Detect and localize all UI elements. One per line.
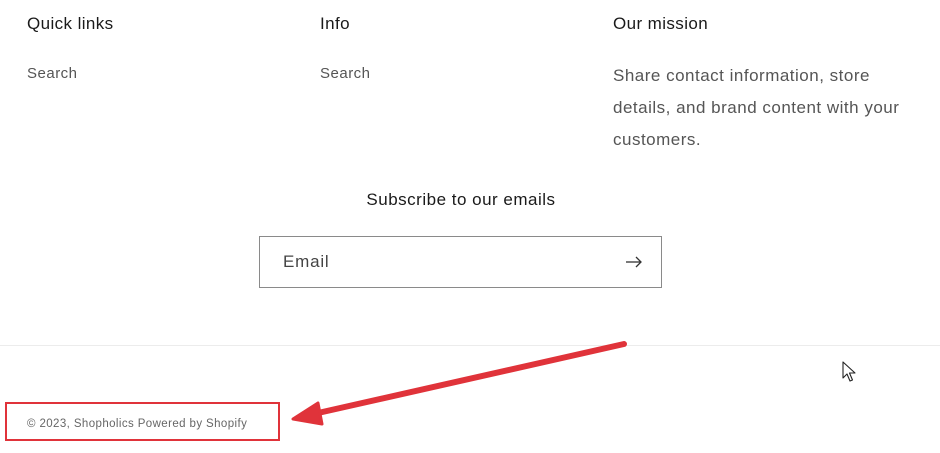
column-heading: Info <box>320 14 350 33</box>
column-heading: Quick links <box>27 14 114 33</box>
mission-text: Share contact information, store details… <box>613 66 900 149</box>
footer-divider <box>0 345 940 346</box>
mouse-cursor-icon <box>842 361 856 382</box>
footer-column-info: Info Search <box>320 14 371 83</box>
footer-column-quick-links: Quick links Search <box>27 14 114 83</box>
store-name-link[interactable]: Shopholics <box>74 418 134 430</box>
email-input[interactable] <box>260 237 623 287</box>
footer-link-search[interactable]: Search <box>27 65 78 82</box>
powered-by-shopify-link[interactable]: Powered by Shopify <box>138 418 247 430</box>
copyright-prefix: © 2023, <box>27 418 71 430</box>
column-heading: Our mission <box>613 14 709 33</box>
arrow-right-icon <box>626 256 642 268</box>
copyright-text: © 2023, Shopholics Powered by Shopify <box>27 418 247 430</box>
footer-link-search[interactable]: Search <box>320 65 371 82</box>
newsletter-form <box>259 236 662 288</box>
subscribe-submit-button[interactable] <box>617 245 651 279</box>
newsletter-heading: Subscribe to our emails <box>366 190 556 209</box>
footer-column-our-mission: Our mission Share contact information, s… <box>613 14 913 156</box>
